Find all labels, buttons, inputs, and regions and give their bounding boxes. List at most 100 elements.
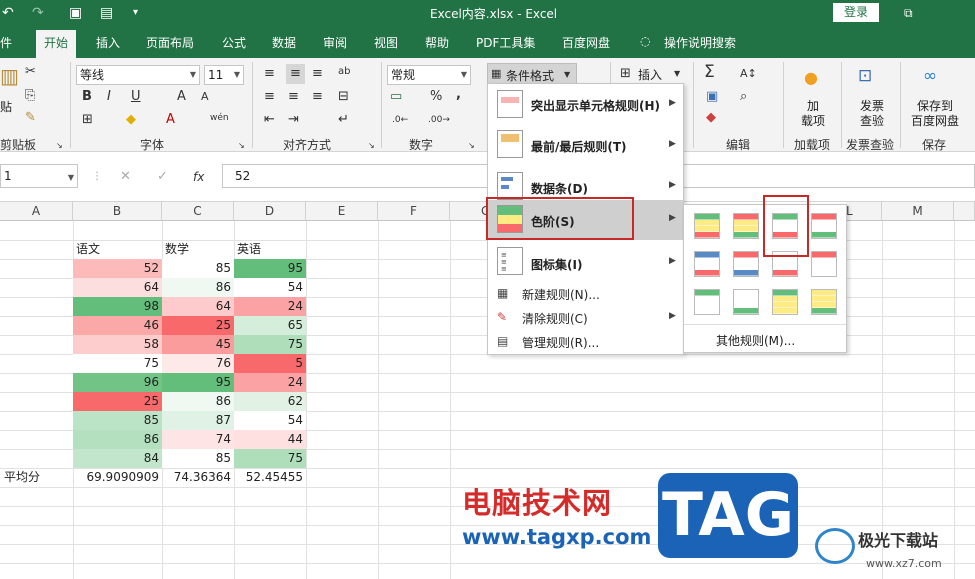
paste-label[interactable]: 贴 [0,98,12,115]
wrap-text-icon[interactable]: ↵ [338,112,349,128]
tab-page-layout[interactable]: 页面布局 [146,34,194,51]
font-size-select[interactable]: 11 ▼ [204,65,244,85]
align-top-icon[interactable]: ≡ [264,66,275,82]
score-cell[interactable]: 85 [162,259,234,278]
invoice-check-button[interactable]: 发票 查验 [852,99,892,129]
dialog-launcher-icon[interactable]: ↘ [468,138,475,154]
align-right-icon[interactable]: ≡ [312,89,323,105]
copy-icon[interactable]: ⎘ [25,88,35,104]
border-icon[interactable]: ⊞ [82,112,93,128]
column-header-l[interactable]: L [846,202,882,221]
score-cell[interactable]: 64 [73,278,162,297]
align-center-icon[interactable]: ≡ [288,89,299,105]
color-scale-option[interactable] [811,251,837,277]
insert-cells-icon[interactable]: ⊞ [620,66,631,82]
menu-item-manage-rules[interactable]: ▤ 管理规则(R)... [488,331,683,353]
customize-icon[interactable]: ▾ [133,4,138,22]
align-left-icon[interactable]: ≡ [264,89,275,105]
color-scale-option[interactable] [694,213,720,239]
score-cell[interactable]: 75 [234,335,306,354]
tab-review[interactable]: 审阅 [323,34,347,51]
dialog-launcher-icon[interactable]: ↘ [238,138,245,154]
grow-font-button[interactable]: A [177,89,186,105]
score-cell[interactable]: 85 [162,449,234,468]
column-header-m[interactable]: M [882,202,954,221]
score-cell[interactable]: 46 [73,316,162,335]
column-title-cell[interactable]: 语文 [76,240,100,259]
enter-icon[interactable]: ✓ [157,169,168,185]
tell-me-search[interactable]: 操作说明搜索 [664,34,736,51]
average-label-cell[interactable]: 平均分 [4,468,40,487]
format-painter-icon[interactable]: ✎ [25,110,36,126]
score-cell[interactable]: 24 [234,373,306,392]
fill-icon[interactable]: ▣ [706,89,718,105]
color-scale-option[interactable] [694,289,720,315]
column-header-f[interactable]: F [378,202,450,221]
menu-item-highlight-cells-rules[interactable]: 突出显示单元格规则(H) ▶ [488,84,683,124]
color-scale-option[interactable] [733,213,759,239]
clear-icon[interactable]: ◆ [706,110,716,126]
score-cell[interactable]: 74 [162,430,234,449]
score-cell[interactable]: 5 [234,354,306,373]
score-cell[interactable]: 86 [162,392,234,411]
score-cell[interactable]: 86 [162,278,234,297]
score-cell[interactable]: 76 [162,354,234,373]
score-cell[interactable]: 84 [73,449,162,468]
column-header-b[interactable]: B [73,202,162,221]
font-color-icon[interactable]: A [166,112,175,128]
invoice-check-icon[interactable]: ⊡ [858,68,872,85]
score-cell[interactable]: 95 [234,259,306,278]
score-cell[interactable]: 24 [234,297,306,316]
login-button[interactable]: 登录 [833,3,879,22]
save-icon[interactable]: ▣ [69,4,82,22]
column-header-a[interactable]: A [0,202,73,221]
tab-file[interactable]: 件 [0,34,12,51]
score-cell[interactable]: 25 [162,316,234,335]
score-cell[interactable]: 44 [234,430,306,449]
color-scale-option[interactable] [694,251,720,277]
align-bottom-icon[interactable]: ≡ [312,66,323,82]
score-cell[interactable]: 75 [73,354,162,373]
column-header-e[interactable]: E [306,202,378,221]
increase-indent-icon[interactable]: ⇥ [288,112,299,128]
color-scale-option[interactable] [733,289,759,315]
score-cell[interactable]: 86 [73,430,162,449]
color-scale-option[interactable] [811,289,837,315]
currency-icon[interactable]: ▭ [390,89,402,105]
score-cell[interactable]: 98 [73,297,162,316]
score-cell[interactable]: 54 [234,278,306,297]
color-scale-option[interactable] [733,251,759,277]
number-format-select[interactable]: 常规 ▼ [387,65,471,85]
score-cell[interactable]: 64 [162,297,234,316]
merge-center-icon[interactable]: ⊟ [338,89,349,105]
save-to-baidu-button[interactable]: 保存到 百度网盘 [905,99,965,129]
dialog-launcher-icon[interactable]: ↘ [56,138,63,154]
phonetic-button[interactable]: wén [210,110,229,126]
dialog-launcher-icon[interactable]: ↘ [368,138,375,154]
menu-item-clear-rules[interactable]: ✎ 清除规则(C) ▶ [488,307,683,329]
conditional-formatting-button[interactable]: ▦ 条件格式 ▼ [487,63,577,85]
redo-icon[interactable]: ↷ [32,4,44,22]
menu-item-icon-sets[interactable]: ≡ ≡ ≡ 图标集(I) ▶ [488,242,683,282]
addins-icon[interactable]: ● [804,70,818,86]
addins-button[interactable]: 加 载项 [796,99,830,129]
percent-button[interactable]: % [430,89,442,105]
underline-button[interactable]: U [131,89,141,105]
score-cell[interactable]: 45 [162,335,234,354]
autosum-button[interactable]: Σ [704,64,715,81]
score-cell[interactable]: 54 [234,411,306,430]
increase-decimal-icon[interactable]: .0← [392,112,408,128]
tab-home[interactable]: 开始 [36,30,77,59]
score-cell[interactable]: 87 [162,411,234,430]
align-middle-icon[interactable]: ≡ [286,64,305,84]
score-cell[interactable]: 25 [73,392,162,411]
fill-color-icon[interactable]: ◆ [126,112,136,128]
score-cell[interactable]: 52 [73,259,162,278]
name-box[interactable]: 1 ▼ [0,164,78,188]
color-scale-option[interactable] [811,213,837,239]
orientation-icon[interactable]: ab [338,64,350,80]
column-header-n[interactable] [954,202,975,221]
column-header-g[interactable]: G [450,202,490,221]
tab-formulas[interactable]: 公式 [222,34,246,51]
decrease-indent-icon[interactable]: ⇤ [264,112,275,128]
